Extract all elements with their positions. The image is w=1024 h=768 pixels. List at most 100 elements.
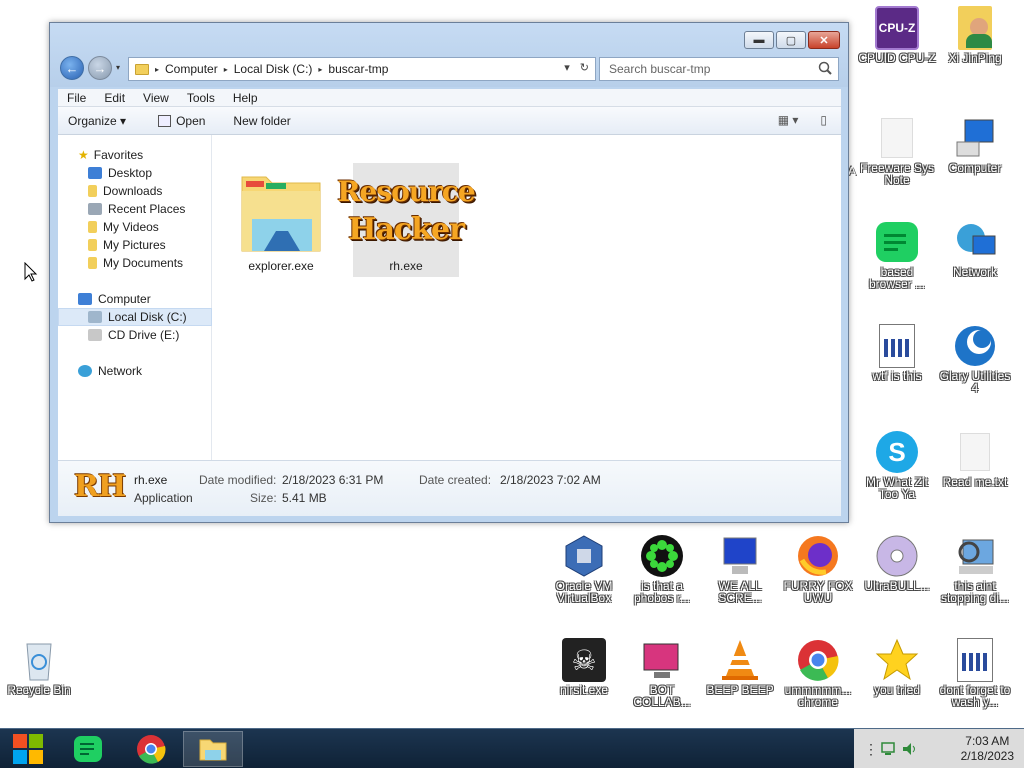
file-item-rh[interactable]: Resource Hacker rh.exe	[337, 163, 476, 277]
desktop-icon-bot-collab[interactable]: BOT COLLAB...	[623, 638, 701, 708]
organize-button[interactable]: Organize ▾	[58, 114, 136, 128]
details-file-name: rh.exe	[134, 473, 168, 487]
desktop-icon-nirsit[interactable]: ☠ nirsit.exe	[545, 638, 623, 696]
mouse-cursor-icon	[24, 262, 38, 282]
breadcrumb-local-disk[interactable]: Local Disk (C:)	[234, 62, 313, 76]
volume-icon[interactable]	[902, 742, 918, 756]
nav-network[interactable]: Network	[58, 362, 212, 380]
desktop-icon-skype[interactable]: S Mr What Zit Too Ya	[858, 430, 936, 500]
preview-pane-button[interactable]: ▯	[820, 113, 827, 127]
desktop-icon-label: is that a phobos r...	[633, 579, 691, 605]
breadcrumb-separator[interactable]: ▸	[155, 65, 159, 74]
desktop-icon-phobos[interactable]: is that a phobos r...	[623, 534, 701, 604]
nav-local-disk[interactable]: Local Disk (C:)	[58, 308, 212, 326]
open-button[interactable]: Open	[148, 114, 215, 128]
taskbar-app-chat[interactable]	[58, 731, 118, 767]
desktop-icon-label: Glary Utilities 4	[939, 369, 1011, 395]
new-folder-button[interactable]: New folder	[223, 114, 300, 128]
desktop-icon-ultrabull[interactable]: UltraBULL...	[858, 534, 936, 592]
desktop-icon-network[interactable]: Network	[936, 220, 1014, 278]
desktop-icon-label: based browser ...	[868, 265, 925, 291]
desktop-icon-readme[interactable]: Read me.txt	[936, 430, 1014, 488]
desktop-icon-label: dont forget to wash y...	[939, 683, 1011, 709]
details-created-value: 2/18/2023 7:02 AM	[500, 473, 601, 487]
tray-overflow-icon[interactable]: ⋮	[864, 741, 878, 758]
taskbar-app-explorer[interactable]	[183, 731, 243, 767]
breadcrumb-separator[interactable]: ▸	[318, 65, 322, 74]
desktop-icon-firefox[interactable]: FURRY FOX UWU	[779, 534, 857, 604]
nav-recent-places[interactable]: Recent Places	[58, 200, 212, 218]
recent-pages-dropdown[interactable]: ▾	[116, 63, 120, 72]
taskbar-app-chrome[interactable]	[121, 731, 181, 767]
taskbar: ⋮ 7:03 AM 2/18/2023	[0, 728, 1024, 768]
glary-icon	[953, 324, 997, 368]
close-button[interactable]: ✕	[808, 31, 840, 49]
system-tray: ⋮ 7:03 AM 2/18/2023	[854, 729, 1024, 768]
details-size-label: Size:	[250, 491, 277, 505]
command-bar: Organize ▾ Open New folder ▦ ▾ ▯	[58, 107, 841, 135]
desktop-icon-this-aint[interactable]: this aint stopping di...	[936, 534, 1014, 604]
address-dropdown-icon[interactable]: ▾	[564, 61, 570, 74]
desktop-icon-we-all-scre[interactable]: WE ALL SCRE...	[701, 534, 779, 604]
menu-help[interactable]: Help	[224, 91, 267, 105]
clock[interactable]: 7:03 AM 2/18/2023	[961, 734, 1014, 764]
details-created-label: Date created:	[419, 473, 492, 487]
address-bar[interactable]: ▸ Computer ▸ Local Disk (C:) ▸ buscar-tm…	[128, 57, 596, 81]
menu-tools[interactable]: Tools	[178, 91, 224, 105]
details-size-value: 5.41 MB	[282, 491, 327, 505]
nav-cd-drive[interactable]: CD Drive (E:)	[58, 326, 212, 344]
desktop-icon-label: BEEP BEEP	[706, 683, 774, 697]
file-item-explorer[interactable]: explorer.exe	[228, 163, 334, 277]
calendar-document-icon	[953, 638, 997, 682]
desktop-icon-chrome[interactable]: ummmmm... chrome	[779, 638, 857, 708]
desktop-icon-glary[interactable]: Glary Utilities 4	[936, 324, 1014, 394]
desktop-icon-dont-forget[interactable]: dont forget to wash y...	[936, 638, 1014, 708]
desktop-icon-computer[interactable]: Computer	[936, 116, 1014, 174]
change-view-button[interactable]: ▦ ▾	[778, 113, 799, 127]
search-icon[interactable]	[818, 61, 832, 75]
explorer-body: ★ Favorites Desktop Downloads Recent Pla…	[58, 135, 841, 460]
desktop-icon-based-browser[interactable]: based browser ...	[858, 220, 936, 290]
desktop-icon-freeware[interactable]: Freeware Sys Note	[858, 116, 936, 186]
forward-button[interactable]: →	[88, 56, 112, 80]
minimize-button[interactable]: ▬	[744, 31, 774, 49]
start-button[interactable]	[0, 729, 56, 768]
search-input[interactable]: Search buscar-tmp	[599, 57, 839, 81]
monitor-pink-icon	[640, 638, 684, 682]
videos-icon	[88, 221, 97, 233]
desktop-icon-label: Network	[952, 265, 997, 279]
computer-icon	[78, 293, 92, 305]
refresh-icon[interactable]: ↻	[580, 61, 589, 74]
menu-edit[interactable]: Edit	[95, 91, 134, 105]
breadcrumb-separator[interactable]: ▸	[224, 65, 228, 74]
nav-my-pictures[interactable]: My Pictures	[58, 236, 212, 254]
network-icon	[78, 365, 92, 377]
desktop-icon-recycle-bin[interactable]: Recycle Bin	[0, 638, 78, 696]
maximize-button[interactable]: ▢	[776, 31, 806, 49]
back-button[interactable]: ←	[60, 56, 84, 80]
desktop-icon-label: Read me.txt	[942, 475, 1008, 489]
nav-downloads[interactable]: Downloads	[58, 182, 212, 200]
explorer-window[interactable]: ▬ ▢ ✕ ← → ▾ ▸ Computer ▸ Local Disk (C:)…	[49, 22, 849, 523]
nav-desktop[interactable]: Desktop	[58, 164, 212, 182]
nav-my-documents[interactable]: My Documents	[58, 254, 212, 272]
desktop-icon-you-tried[interactable]: you tried	[858, 638, 936, 696]
menu-view[interactable]: View	[134, 91, 178, 105]
desktop-icon-cpuz[interactable]: CPU-Z CPUID CPU-Z	[858, 6, 936, 64]
desktop-icon-wtf[interactable]: wtf is this	[858, 324, 936, 382]
nav-favorites[interactable]: ★ Favorites	[58, 146, 212, 164]
disc-icon	[875, 534, 919, 578]
network-status-icon[interactable]	[880, 742, 896, 756]
desktop-icon-vlc[interactable]: BEEP BEEP	[701, 638, 779, 696]
breadcrumb-computer[interactable]: Computer	[165, 62, 218, 76]
star-icon	[875, 638, 919, 682]
desktop-icon-virtualbox[interactable]: Oracle VM VirtualBox	[545, 534, 623, 604]
menu-file[interactable]: File	[58, 91, 95, 105]
nav-label: My Documents	[103, 256, 184, 270]
nav-my-videos[interactable]: My Videos	[58, 218, 212, 236]
cd-drive-icon	[88, 329, 102, 341]
desktop-icon-xi-jinping[interactable]: Xi JinPing	[936, 6, 1014, 64]
magnifier-computer-icon	[953, 534, 997, 578]
nav-computer[interactable]: Computer	[58, 290, 212, 308]
breadcrumb-buscar-tmp[interactable]: buscar-tmp	[328, 62, 388, 76]
